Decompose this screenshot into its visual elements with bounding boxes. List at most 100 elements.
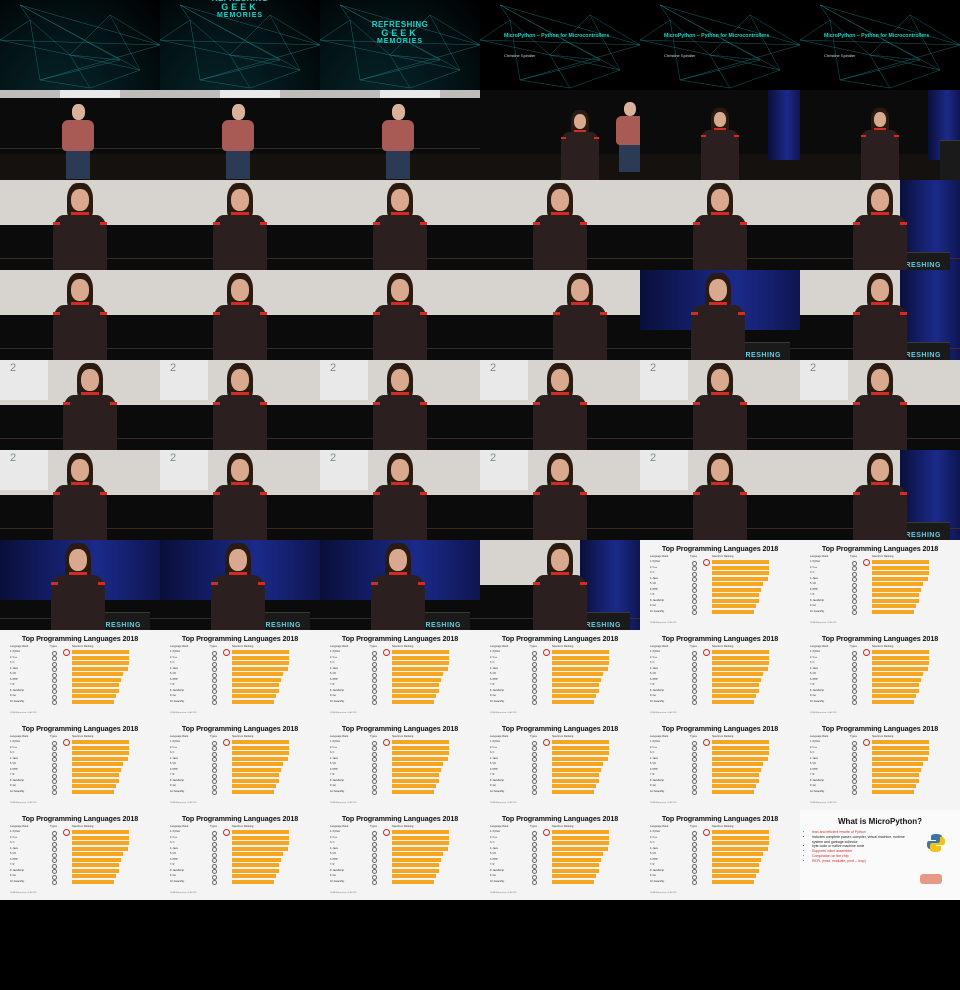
ranking-bar (232, 863, 280, 868)
collar (230, 482, 250, 485)
face (570, 278, 590, 301)
ranking-bar (392, 773, 440, 778)
language-label: 10. Assembly (490, 879, 505, 883)
slide-window (640, 450, 688, 490)
shirt (222, 119, 254, 151)
language-label: 6. PHP (810, 767, 818, 771)
sleeve-trim-right (257, 582, 266, 585)
type-icon (212, 689, 217, 694)
type-icon (692, 689, 697, 694)
language-label: 3. C (330, 661, 335, 664)
type-icon (692, 672, 697, 678)
ranking-bar (872, 694, 916, 699)
sleeve-trim-right (737, 312, 746, 315)
highlight-circle (543, 739, 550, 746)
ranking-bar (712, 789, 755, 794)
col-spectrum: Spectrum Ranking (712, 735, 734, 738)
type-icon (52, 768, 57, 773)
language-label: 5. C# (170, 762, 176, 765)
ranking-bar (712, 756, 768, 761)
ranking-bar (392, 650, 449, 655)
language-label: 8. JavaScript (10, 688, 24, 692)
ranking-bar (72, 874, 116, 879)
type-icon (532, 683, 537, 689)
type-icon (52, 773, 57, 779)
woman-speaker (858, 108, 903, 180)
ranking-bar (712, 609, 755, 614)
type-icon (372, 779, 377, 784)
type-icon (532, 678, 537, 683)
ranking-bar (712, 655, 769, 660)
thumbnail-woman-2: 2 (640, 360, 800, 450)
language-label: 1. Python (10, 830, 21, 833)
sleeve-trim-right (259, 402, 268, 405)
ranking-bar (872, 773, 920, 778)
language-label: 10. Assembly (330, 699, 345, 703)
language-label: 6. PHP (330, 857, 338, 861)
type-icon (372, 700, 377, 705)
language-label: 8. JavaScript (650, 688, 664, 692)
slide-title: Top Programming Languages 2018 (181, 634, 299, 643)
language-label: 5. C# (650, 672, 656, 675)
ranking-bar (72, 751, 129, 756)
language-label: 1. Python (490, 650, 501, 653)
type-icon (532, 661, 537, 667)
ranking-bar (72, 773, 120, 778)
type-icon (852, 672, 857, 678)
ranking-bar (392, 699, 435, 704)
ranking-bar (232, 852, 284, 857)
language-label: 9. Go (10, 694, 16, 697)
thumbnail-languages: Top Programming Languages 2018 Language R… (320, 810, 480, 900)
language-label: 7. R (810, 593, 815, 596)
woman-speaker (368, 363, 433, 450)
slide-title: Top Programming Languages 2018 (501, 634, 619, 643)
face (550, 188, 570, 211)
type-icon (372, 880, 377, 885)
language-label: 7. R (10, 863, 15, 866)
ranking-bar (712, 582, 764, 587)
language-label: 6. PHP (650, 857, 658, 861)
ranking-bar (392, 835, 449, 840)
language-label: 5. C# (330, 852, 336, 855)
language-label: 10. Assembly (10, 699, 25, 703)
col-spectrum: Spectrum Ranking (232, 825, 254, 828)
sleeve-trim-left (532, 402, 541, 405)
face (80, 368, 100, 391)
network-lines (480, 4, 640, 89)
network-lines (800, 4, 960, 89)
language-label: 4. Java (330, 846, 338, 850)
face (68, 548, 88, 571)
type-icon (692, 566, 697, 571)
col-spectrum: Spectrum Ranking (712, 825, 734, 828)
type-icon (372, 694, 377, 700)
language-label: 5. C# (170, 672, 176, 675)
type-icon (692, 610, 697, 615)
ranking-bar (552, 740, 609, 745)
col-types: Types (690, 645, 697, 648)
slide-footer: @IEEESpectrum #LAST18 (170, 712, 197, 714)
type-icon (372, 841, 377, 847)
col-types: Types (690, 735, 697, 738)
sleeve-trim-right (259, 492, 268, 495)
ranking-bar (552, 745, 609, 750)
language-label: 10. Assembly (330, 789, 345, 793)
ranking-bar (72, 863, 120, 868)
type-icon (372, 768, 377, 773)
type-icon (532, 784, 537, 790)
col-types: Types (850, 735, 857, 738)
language-label: 5. C# (810, 672, 816, 675)
face (230, 188, 250, 211)
type-icon (52, 830, 57, 836)
slide-footer: @IEEESpectrum #LAST18 (330, 712, 357, 714)
collar (550, 392, 570, 395)
slide-window (320, 360, 368, 400)
ranking-bar (552, 789, 595, 794)
col-types: Types (850, 645, 857, 648)
collar (710, 212, 730, 215)
type-icon (852, 667, 857, 672)
ranking-bar (72, 762, 124, 767)
thumbnail-woman-blue: REFRESHING (480, 540, 640, 630)
ranking-bar (392, 846, 448, 851)
language-label: 6. PHP (650, 677, 658, 681)
slide-window (0, 360, 48, 400)
